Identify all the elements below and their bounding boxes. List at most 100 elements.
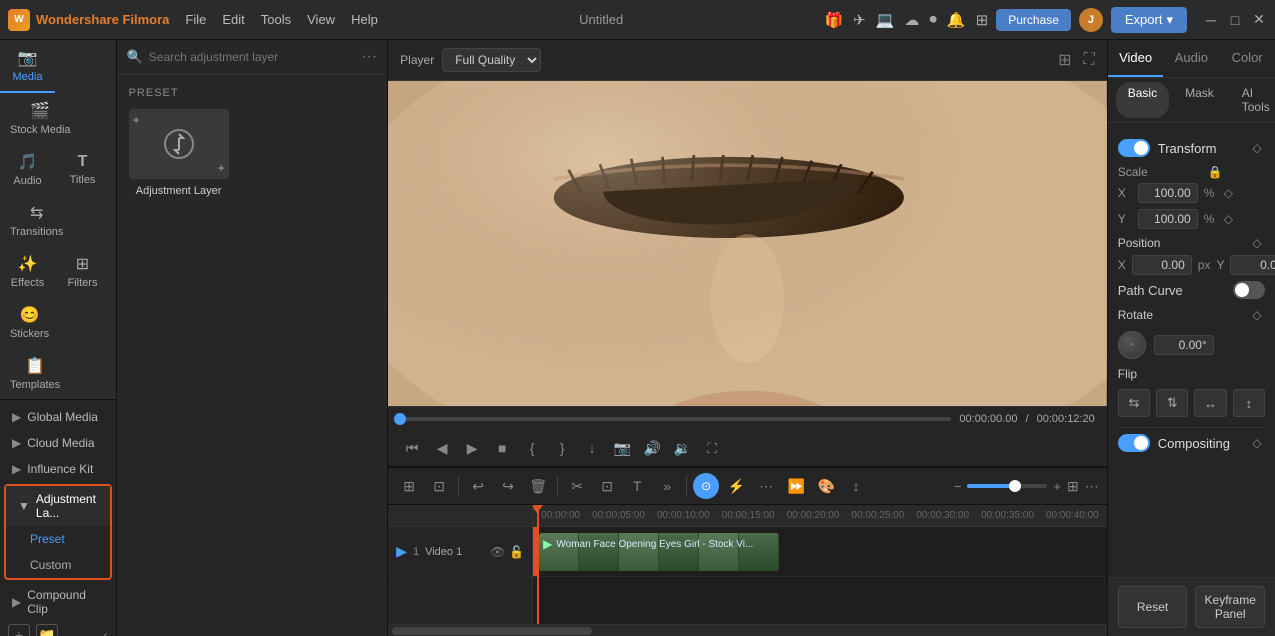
fullscreen-button[interactable]: ⛶ [700, 436, 724, 460]
collapse-sidebar-button[interactable]: ‹ [104, 628, 108, 636]
menu-edit[interactable]: Edit [222, 12, 244, 27]
menu-view[interactable]: View [307, 12, 335, 27]
grid-view-icon[interactable]: ⊞ [1058, 50, 1071, 70]
volume-button[interactable]: 🔉 [670, 436, 694, 460]
close-button[interactable]: ✕ [1251, 12, 1267, 28]
tab-stock-media[interactable]: 🎬 Stock Media [0, 93, 81, 144]
track-eye-icon[interactable]: 👁 [490, 545, 505, 559]
right-tab-audio[interactable]: Audio [1163, 40, 1219, 77]
video-clip[interactable]: ▶ Woman Face Opening Eyes Girl - Stock V… [539, 533, 779, 571]
devices-icon[interactable]: 💻 [876, 11, 895, 29]
add-folder-button[interactable]: + [8, 624, 30, 636]
undo-button[interactable]: ↩ [465, 473, 491, 499]
split-audio-button[interactable]: ⚡ [723, 473, 749, 499]
purchase-button[interactable]: Purchase [996, 9, 1071, 31]
sidebar-item-cloud-media[interactable]: ▶ Cloud Media [0, 430, 116, 456]
export-button[interactable]: Export ▾ [1111, 7, 1187, 33]
mark-out-button[interactable]: } [550, 436, 574, 460]
scale-x-keyframe[interactable] [1220, 185, 1236, 201]
rotate-keyframe[interactable] [1249, 307, 1265, 323]
menu-help[interactable]: Help [351, 12, 378, 27]
sidebar-item-compound-clip[interactable]: ▶ Compound Clip [0, 582, 116, 622]
sidebar-subitem-custom[interactable]: Custom [6, 552, 110, 578]
compositing-keyframe[interactable] [1249, 435, 1265, 451]
timeline-scrollbar[interactable] [388, 624, 1107, 636]
fullscreen-icon[interactable]: ⛶ [1084, 51, 1095, 69]
quality-select[interactable]: Full Quality 1/2 Quality 1/4 Quality [442, 48, 541, 72]
scale-y-input[interactable] [1138, 209, 1198, 229]
timeline-grid-icon[interactable]: ⊞ [1067, 478, 1079, 495]
sidebar-item-influence-kit[interactable]: ▶ Influence Kit [0, 456, 116, 482]
flip-btn-4[interactable]: ↕ [1233, 389, 1265, 417]
right-tab-video[interactable]: Video [1108, 40, 1164, 77]
tab-audio[interactable]: 🎵 Audio [0, 144, 55, 195]
cut-button[interactable]: ✂ [564, 473, 590, 499]
track-lock-icon[interactable]: 🔓 [509, 545, 524, 559]
sidebar-item-global-media[interactable]: ▶ Global Media [0, 404, 116, 430]
path-curve-toggle[interactable] [1233, 281, 1265, 299]
transform-keyframe-button[interactable] [1249, 140, 1265, 156]
share-icon[interactable]: ✈ [853, 11, 866, 29]
delete-button[interactable]: 🗑 [525, 473, 551, 499]
add-adjustment-icon[interactable]: + [218, 161, 225, 175]
pos-y-input[interactable] [1230, 255, 1275, 275]
redo-button[interactable]: ↪ [495, 473, 521, 499]
zoom-in-icon[interactable]: + [1053, 479, 1061, 494]
color-match-button[interactable]: 🎨 [813, 473, 839, 499]
add-media-button[interactable]: 📁 [36, 624, 58, 636]
play-button[interactable]: ▶ [460, 436, 484, 460]
keyframe-panel-button[interactable]: Keyframe Panel [1195, 586, 1265, 628]
adjustment-layer-item[interactable]: + + Adjustment Layer [129, 109, 229, 197]
screenshot-button[interactable]: 📷 [610, 436, 634, 460]
reset-button[interactable]: Reset [1118, 586, 1188, 628]
right-subtab-basic[interactable]: Basic [1116, 82, 1169, 118]
minimize-button[interactable]: ─ [1203, 12, 1219, 28]
compositing-toggle[interactable] [1118, 434, 1150, 452]
tab-effects[interactable]: ✨ Effects [0, 246, 55, 297]
play-back-button[interactable]: ◀ [430, 436, 454, 460]
avatar[interactable]: J [1079, 8, 1103, 32]
text-button[interactable]: T [624, 473, 650, 499]
menu-tools[interactable]: Tools [261, 12, 291, 27]
bell-icon[interactable]: 🔔 [947, 11, 966, 29]
track-height-button[interactable]: ↕ [843, 473, 869, 499]
transform-toggle[interactable] [1118, 139, 1150, 157]
right-subtab-aitools[interactable]: AI Tools [1230, 82, 1275, 118]
flip-h-button[interactable]: ⇆ [1118, 389, 1150, 417]
tab-transitions[interactable]: ⇆ Transitions [0, 195, 73, 246]
record-icon[interactable]: ⏺ [929, 11, 937, 28]
menu-file[interactable]: File [185, 12, 206, 27]
timeline-playhead[interactable] [537, 505, 539, 624]
flip-btn-3[interactable]: ↔ [1194, 389, 1226, 417]
timeline-more-icon[interactable]: ⋯ [1085, 478, 1099, 495]
crop-button[interactable]: ⊡ [594, 473, 620, 499]
cloud-icon[interactable]: ☁ [904, 11, 919, 29]
tab-media[interactable]: 📷 Media [0, 40, 55, 93]
skip-back-button[interactable]: ⏮ [400, 436, 424, 460]
tab-templates[interactable]: 📋 Templates [0, 348, 70, 399]
stop-button[interactable]: ■ [490, 436, 514, 460]
zoom-out-icon[interactable]: − [954, 479, 962, 494]
grid-icon[interactable]: ⊞ [976, 11, 989, 29]
zoom-slider[interactable] [967, 484, 1047, 488]
more-tools-button[interactable]: » [654, 473, 680, 499]
rotate-knob[interactable] [1118, 331, 1146, 359]
audio-button[interactable]: 🔊 [640, 436, 664, 460]
position-keyframe[interactable] [1249, 235, 1265, 251]
gift-icon[interactable]: 🎁 [824, 11, 843, 29]
scale-y-keyframe[interactable] [1220, 211, 1236, 227]
add-to-timeline-button[interactable]: ↓ [580, 436, 604, 460]
speed-button[interactable]: ⏩ [783, 473, 809, 499]
tab-filters[interactable]: ⊞ Filters [55, 246, 110, 297]
maximize-button[interactable]: □ [1227, 12, 1243, 28]
more-options-icon[interactable]: ··· [361, 48, 377, 66]
track-button[interactable]: ⊡ [426, 473, 452, 499]
scrollbar-thumb[interactable] [392, 627, 592, 635]
sidebar-item-adjustment-layer[interactable]: ▼ Adjustment La... [6, 486, 110, 526]
flip-v-button[interactable]: ⇅ [1156, 389, 1188, 417]
scale-x-input[interactable] [1138, 183, 1198, 203]
mark-in-button[interactable]: { [520, 436, 544, 460]
tab-stickers[interactable]: 😊 Stickers [0, 297, 59, 348]
right-tab-color[interactable]: Color [1219, 40, 1275, 77]
lock-icon[interactable]: 🔒 [1208, 165, 1223, 179]
